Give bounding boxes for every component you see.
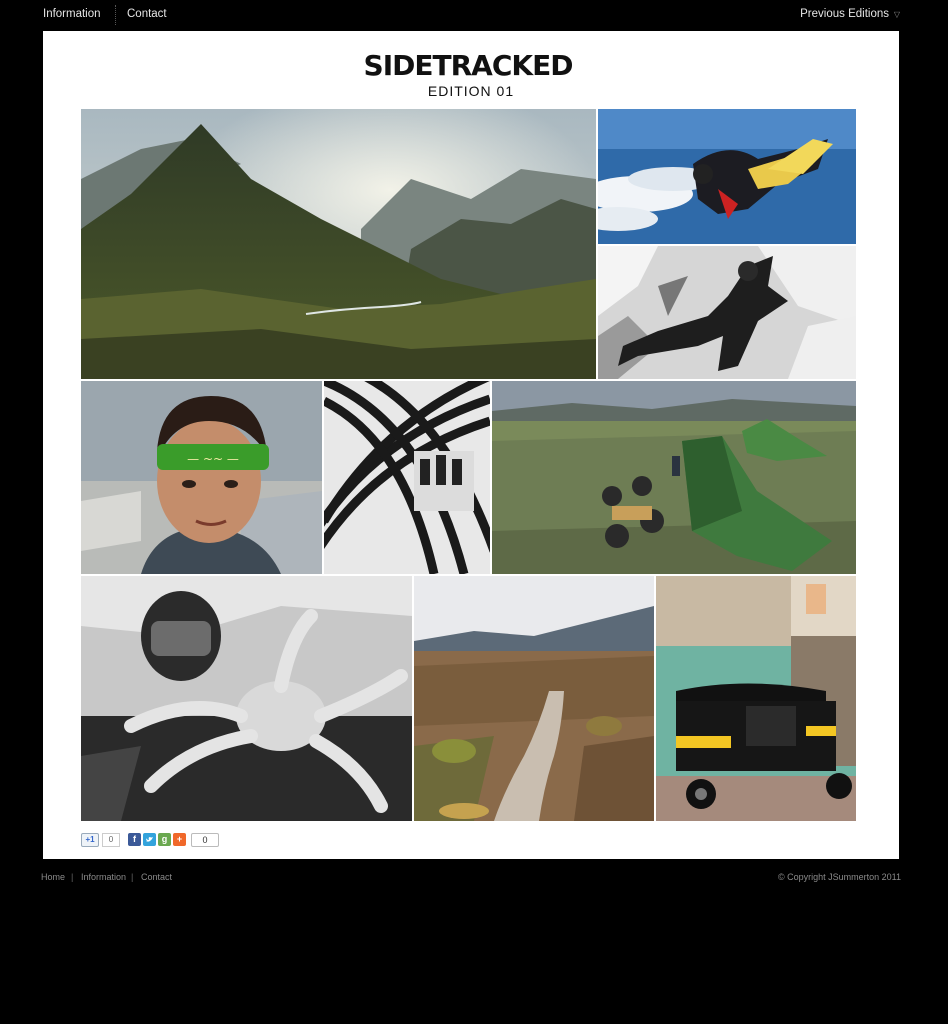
mountain-valley-image [81, 109, 596, 379]
footer-contact-link[interactable]: Contact [141, 872, 172, 882]
photo-diver-crab[interactable] [81, 576, 412, 821]
edition-title: EDITION 01 [427, 83, 515, 99]
top-nav: Information Contact Previous Editions ▽ [0, 0, 948, 31]
footer-separator: | [71, 872, 74, 882]
photo-tents-camp[interactable] [492, 381, 856, 574]
auto-rickshaw-image [656, 576, 856, 821]
previous-editions-dropdown[interactable]: Previous Editions [800, 8, 889, 20]
google-plus-one-button[interactable]: +1 [81, 833, 99, 847]
footer: Home | Information | Contact © Copyright… [0, 872, 948, 888]
photo-boy-headband[interactable]: — ~~ — [81, 381, 322, 574]
footer-separator: | [131, 872, 134, 882]
photo-volcanic-trail[interactable] [414, 576, 654, 821]
boy-headband-image: — ~~ — [81, 381, 322, 574]
twitter-icon[interactable] [143, 833, 156, 846]
sidetracked-logo[interactable]: SIDETRACKED [348, 49, 588, 81]
headband-script: — ~~ — [187, 452, 239, 466]
striped-arches-image [324, 381, 490, 574]
google-icon[interactable]: g [158, 833, 171, 846]
volcanic-trail-image [414, 576, 654, 821]
photo-skydivers[interactable] [598, 109, 856, 244]
logo-text: SIDETRACKED [364, 49, 573, 81]
ice-climber-image [598, 246, 856, 379]
photo-mountain-valley[interactable] [81, 109, 596, 379]
footer-information-link[interactable]: Information [81, 872, 126, 882]
photo-auto-rickshaw[interactable] [656, 576, 856, 821]
copyright-text: © Copyright JSummerton 2011 [777, 872, 901, 882]
addthis-plus-icon[interactable]: + [173, 833, 186, 846]
nav-information-link[interactable]: Information [43, 8, 101, 20]
nav-contact-link[interactable]: Contact [127, 8, 167, 20]
nav-divider [115, 5, 116, 25]
tents-camp-image [492, 381, 856, 574]
chevron-down-icon: ▽ [893, 10, 900, 19]
skydivers-image [598, 109, 856, 244]
footer-home-link[interactable]: Home [41, 872, 65, 882]
facebook-icon[interactable]: f [128, 833, 141, 846]
edition-panel: SIDETRACKED EDITION 01 — ~~ — +1 0 f g +… [43, 31, 899, 859]
google-plus-count: 0 [102, 833, 120, 847]
share-count: 0 [191, 833, 219, 847]
photo-ice-climber[interactable] [598, 246, 856, 379]
photo-striped-arches[interactable] [324, 381, 490, 574]
diver-crab-image [81, 576, 412, 821]
